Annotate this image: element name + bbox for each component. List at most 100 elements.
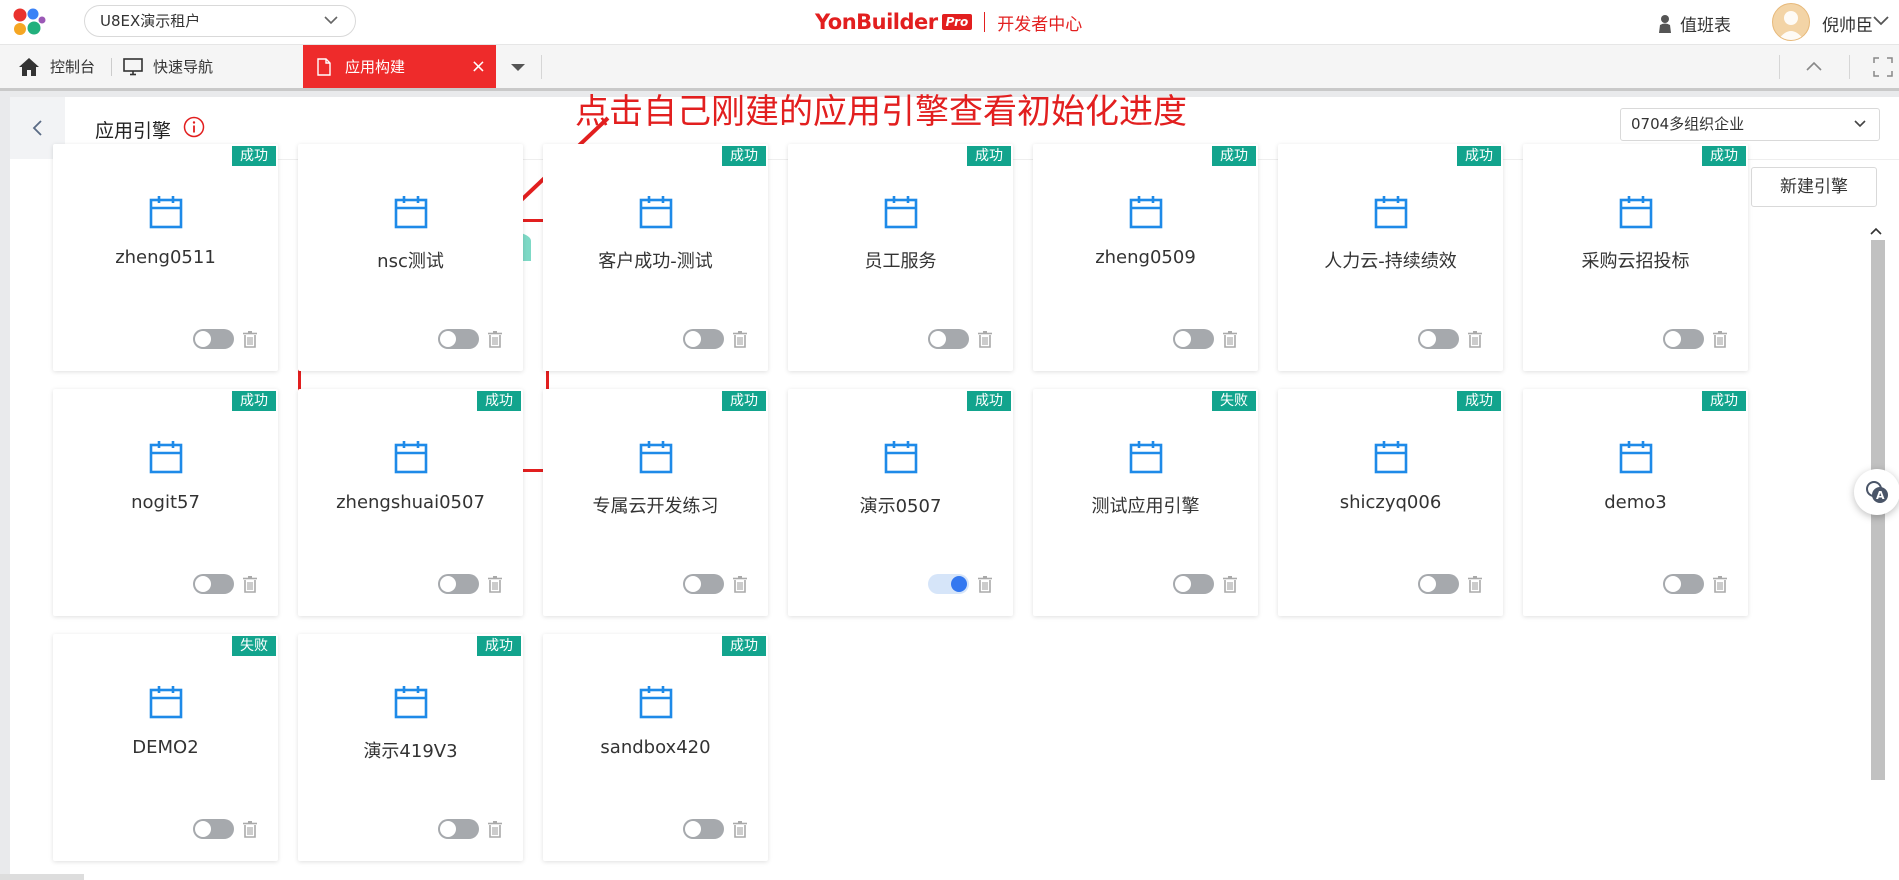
engine-card[interactable]: 成功 专属云开发练习 xyxy=(543,389,768,616)
engine-name: 演示419V3 xyxy=(363,741,458,762)
calendar-icon xyxy=(1129,441,1163,474)
enable-toggle[interactable] xyxy=(1663,329,1704,349)
calendar-icon xyxy=(394,441,428,474)
calendar-icon xyxy=(639,441,673,474)
chevron-up-icon[interactable] xyxy=(1805,60,1823,72)
engine-card[interactable]: nsc测试 xyxy=(298,144,523,371)
engine-card[interactable]: 成功 zheng0511 xyxy=(53,144,278,371)
engine-name: 测试应用引擎 xyxy=(1091,496,1200,517)
engine-name: shiczyq006 xyxy=(1339,492,1442,513)
trash-icon[interactable] xyxy=(487,820,503,838)
engine-card[interactable]: 成功 员工服务 xyxy=(788,144,1013,371)
org-select[interactable]: 0704多组织企业 xyxy=(1620,108,1880,141)
enable-toggle[interactable] xyxy=(193,574,234,594)
tab-console[interactable]: 控制台 xyxy=(18,45,95,88)
avatar[interactable] xyxy=(1772,3,1810,41)
enable-toggle[interactable] xyxy=(438,819,479,839)
toggle-knob xyxy=(1175,331,1191,347)
engine-card[interactable]: 成功 demo3 xyxy=(1523,389,1748,616)
engine-card[interactable]: 成功 shiczyq006 xyxy=(1278,389,1503,616)
status-badge: 成功 xyxy=(1702,391,1746,411)
status-badge: 成功 xyxy=(1702,146,1746,166)
calendar-icon xyxy=(884,196,918,229)
engine-card[interactable]: 失败 测试应用引擎 xyxy=(1033,389,1258,616)
enable-toggle[interactable] xyxy=(1663,574,1704,594)
enable-toggle[interactable] xyxy=(1173,329,1214,349)
fullscreen-icon[interactable] xyxy=(1873,57,1893,77)
tenant-selector[interactable]: U8EX演示租户 xyxy=(84,5,356,37)
info-icon[interactable] xyxy=(183,116,205,138)
trash-icon[interactable] xyxy=(242,330,258,348)
trash-icon[interactable] xyxy=(242,575,258,593)
calendar-icon xyxy=(1129,196,1163,229)
tab-quick-nav[interactable]: 快速导航 xyxy=(123,45,213,88)
home-icon xyxy=(19,57,39,76)
user-name[interactable]: 倪帅臣 xyxy=(1822,11,1873,36)
duty-roster-link[interactable]: 值班表 xyxy=(1656,11,1731,36)
toggle-knob xyxy=(930,331,946,347)
trash-icon[interactable] xyxy=(732,330,748,348)
trash-icon[interactable] xyxy=(1467,575,1483,593)
document-icon xyxy=(317,57,331,76)
tab-app-build[interactable]: 应用构建 × xyxy=(303,45,496,88)
engine-name: zheng0511 xyxy=(115,247,216,268)
enable-toggle[interactable] xyxy=(1173,574,1214,594)
trash-icon[interactable] xyxy=(732,820,748,838)
enable-toggle[interactable] xyxy=(193,819,234,839)
engine-card[interactable]: 成功 nogit57 xyxy=(53,389,278,616)
enable-toggle[interactable] xyxy=(928,574,969,594)
translate-float-button[interactable]: A xyxy=(1854,469,1899,515)
app-logo-icon[interactable] xyxy=(12,7,46,37)
engine-name: demo3 xyxy=(1604,492,1667,513)
calendar-icon xyxy=(149,441,183,474)
engine-card[interactable]: 成功 人力云-持续绩效 xyxy=(1278,144,1503,371)
toggle-knob xyxy=(1175,576,1191,592)
toggle-knob xyxy=(195,821,211,837)
engine-card[interactable]: 成功 zhengshuai0507 xyxy=(298,389,523,616)
close-icon[interactable]: × xyxy=(471,56,486,77)
enable-toggle[interactable] xyxy=(928,329,969,349)
status-badge: 成功 xyxy=(722,391,766,411)
status-badge: 成功 xyxy=(477,391,521,411)
enable-toggle[interactable] xyxy=(1418,329,1459,349)
enable-toggle[interactable] xyxy=(1418,574,1459,594)
status-badge: 成功 xyxy=(1457,146,1501,166)
trash-icon[interactable] xyxy=(977,575,993,593)
engine-card[interactable]: 成功 演示0507 xyxy=(788,389,1013,616)
trash-icon[interactable] xyxy=(977,330,993,348)
engine-card[interactable]: 成功 演示419V3 xyxy=(298,634,523,861)
brand-name: YonBuilder xyxy=(815,10,938,34)
enable-toggle[interactable] xyxy=(193,329,234,349)
trash-icon[interactable] xyxy=(1222,330,1238,348)
trash-icon[interactable] xyxy=(1712,330,1728,348)
trash-icon[interactable] xyxy=(1712,575,1728,593)
calendar-icon xyxy=(639,196,673,229)
trash-icon[interactable] xyxy=(487,330,503,348)
enable-toggle[interactable] xyxy=(438,329,479,349)
engine-name: 采购云招投标 xyxy=(1581,251,1690,272)
enable-toggle[interactable] xyxy=(683,574,724,594)
toggle-knob xyxy=(440,331,456,347)
toggle-knob xyxy=(685,576,701,592)
trash-icon[interactable] xyxy=(1467,330,1483,348)
trash-icon[interactable] xyxy=(487,575,503,593)
trash-icon[interactable] xyxy=(242,820,258,838)
chevron-down-icon[interactable] xyxy=(1872,15,1890,27)
engine-card[interactable]: 失败 DEMO2 xyxy=(53,634,278,861)
calendar-icon xyxy=(1619,441,1653,474)
engine-card[interactable]: 成功客户成功-测试 xyxy=(543,144,768,371)
status-badge: 成功 xyxy=(722,146,766,166)
toggle-knob xyxy=(440,576,456,592)
engine-card[interactable]: 成功 sandbox420 xyxy=(543,634,768,861)
enable-toggle[interactable] xyxy=(683,329,724,349)
engine-card[interactable]: 成功采购云招投标 xyxy=(1523,144,1748,371)
new-engine-button[interactable]: 新建引擎 xyxy=(1751,167,1877,207)
enable-toggle[interactable] xyxy=(438,574,479,594)
enable-toggle[interactable] xyxy=(683,819,724,839)
trash-icon[interactable] xyxy=(1222,575,1238,593)
caret-down-icon[interactable] xyxy=(506,58,530,74)
engine-name: 客户成功-测试 xyxy=(598,251,713,272)
trash-icon[interactable] xyxy=(732,575,748,593)
engine-card[interactable]: 成功 zheng0509 xyxy=(1033,144,1258,371)
brand-divider xyxy=(984,12,986,32)
